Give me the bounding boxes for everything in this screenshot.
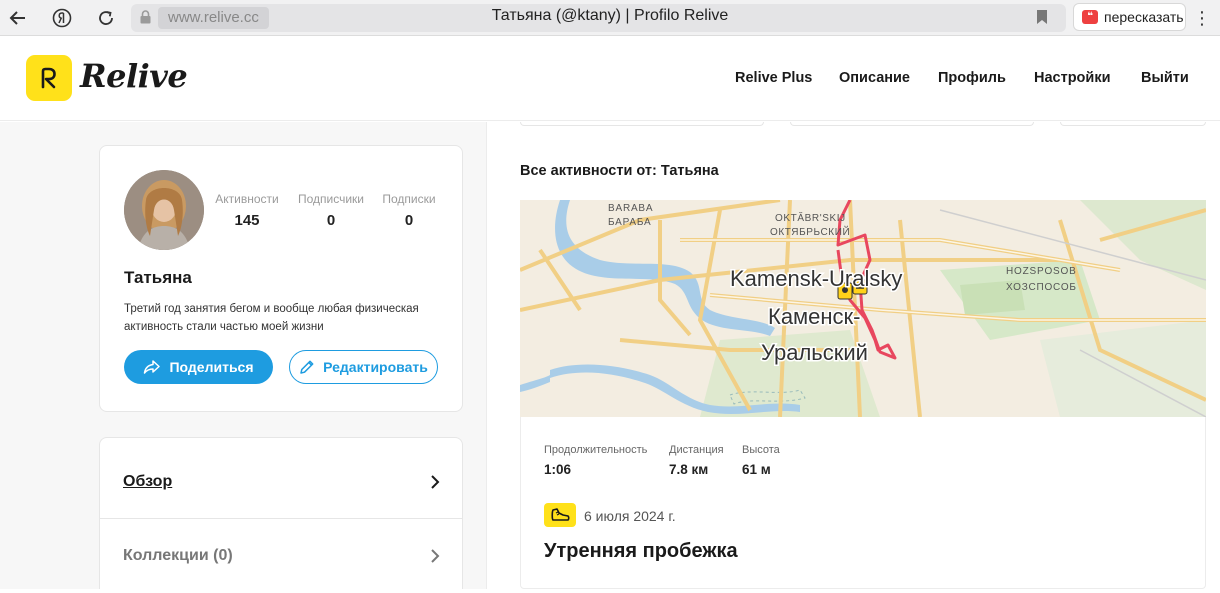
retell-button[interactable]: ❝ пересказать [1073, 3, 1186, 31]
lock-icon [140, 10, 151, 24]
reload-icon[interactable] [93, 5, 119, 31]
share-label: Поделиться [169, 359, 254, 375]
browser-toolbar: www.relive.cc Татьяна (@ktany) | Profilo… [0, 0, 1220, 36]
running-shoe-icon [544, 503, 576, 527]
distance-value: 7.8 км [669, 462, 709, 477]
activity-date: 6 июля 2024 г. [584, 508, 676, 524]
activity-title[interactable]: Утренняя пробежка [544, 540, 738, 563]
map-label-oktyabr-cyr: ОКТЯБРЬСКИЙ [770, 225, 850, 238]
retell-label: пересказать [1104, 9, 1184, 25]
pencil-icon [300, 360, 314, 374]
stat-followers-label: Подписчики [297, 192, 364, 206]
bookmark-icon[interactable] [1036, 9, 1048, 25]
menu-overview-label: Обзор [123, 473, 173, 490]
nav-settings[interactable]: Настройки [1034, 70, 1111, 86]
elevation-value: 61 м [742, 462, 771, 477]
stat-activities-value[interactable]: 145 [212, 212, 282, 229]
nav-description[interactable]: Описание [839, 70, 910, 86]
feed-card-edge [520, 122, 764, 126]
duration-value: 1:06 [544, 462, 572, 477]
edit-profile-button[interactable]: Редактировать [289, 350, 438, 384]
feed-title: Все активности от: Татьяна [520, 163, 719, 179]
back-arrow-icon[interactable] [5, 5, 31, 31]
distance-label: Дистанция [669, 444, 724, 456]
address-bar[interactable] [131, 4, 1066, 32]
retell-icon: ❝ [1082, 10, 1098, 24]
nav-relive-plus[interactable]: Relive Plus [735, 70, 812, 86]
relive-logo-text[interactable]: Relive [80, 57, 188, 95]
map-label-baraba-cyr: БАРАБА [608, 217, 652, 228]
yandex-home-icon[interactable] [49, 5, 75, 31]
stat-following-label: Подписки [382, 192, 436, 206]
map-label-khoz-cyr: ХОЗСПОСОБ [1006, 282, 1077, 293]
map-label-baraba-lat: BARABA [608, 203, 653, 214]
map-label-city-lat: Kamensk-Uralsky [730, 266, 902, 291]
feed-card-edge [1060, 122, 1206, 126]
share-button[interactable]: Поделиться [124, 350, 273, 384]
stat-followers-value[interactable]: 0 [294, 212, 368, 229]
stat-following-value[interactable]: 0 [376, 212, 442, 229]
nav-logout[interactable]: Выйти [1141, 70, 1189, 86]
avatar[interactable] [124, 170, 204, 250]
nav-profile[interactable]: Профиль [938, 70, 1006, 86]
map-label-oktyabr-lat: OKTĂBR'SKIJ [775, 211, 846, 224]
map-label-city-cyr-2: Уральский [761, 340, 868, 365]
menu-collections-label: Коллекции (0) [123, 547, 233, 564]
elevation-label: Высота [742, 444, 780, 456]
profile-name: Татьяна [124, 268, 192, 287]
menu-collections[interactable]: Коллекции (0) [100, 519, 462, 593]
map-label-khoz-lat: HOZSPOSOB [1006, 266, 1077, 277]
menu-overview[interactable]: Обзор [100, 445, 462, 519]
site-header: Relive Relive Plus Описание Профиль Наст… [0, 37, 1220, 121]
feed-card-edge [790, 122, 1034, 126]
share-icon [144, 360, 161, 374]
relive-logo-icon[interactable] [26, 55, 72, 101]
activity-map[interactable]: BARABA БАРАБА OKTĂBR'SKIJ ОКТЯБРЬСКИЙ HO… [520, 200, 1206, 417]
stat-activities-label: Активности [215, 192, 279, 206]
chevron-right-icon [431, 549, 440, 563]
url-text[interactable]: www.relive.cc [158, 7, 269, 29]
profile-bio: Третий год занятия бегом и вообще любая … [124, 303, 419, 333]
chevron-right-icon [431, 475, 440, 489]
edit-label: Редактировать [323, 359, 428, 375]
map-label-city-cyr-1: Каменск- [768, 304, 861, 329]
duration-label: Продолжительность [544, 444, 648, 456]
browser-menu-icon[interactable]: ⋮ [1192, 5, 1212, 31]
